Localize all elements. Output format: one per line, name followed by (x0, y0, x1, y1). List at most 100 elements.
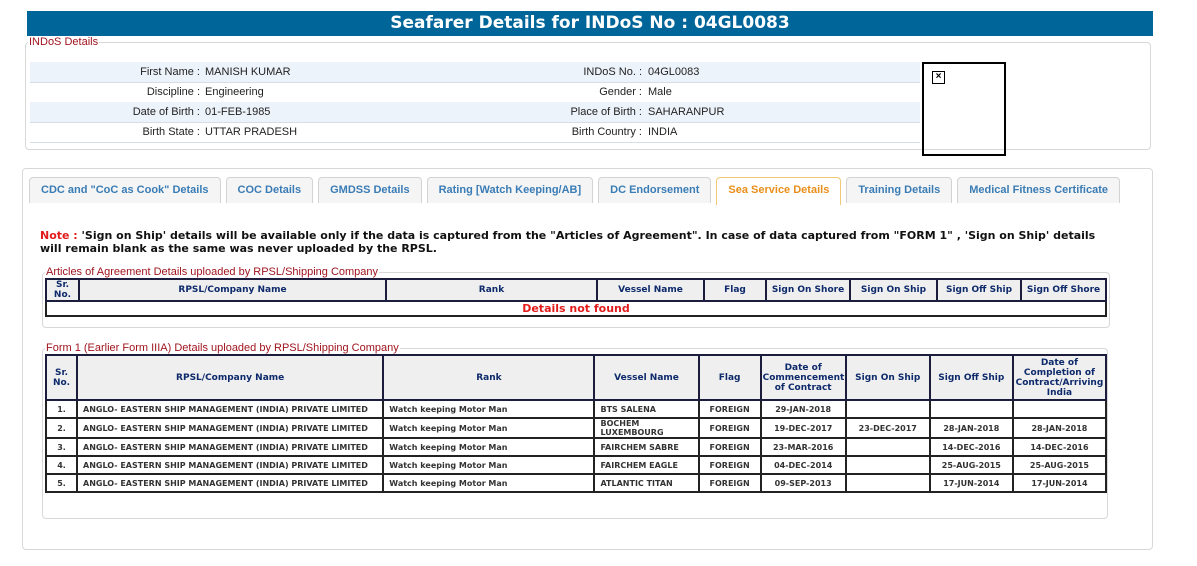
field-value: Male (648, 86, 672, 98)
table-cell: FOREIGN (697, 455, 762, 475)
table-cell: 25-AUG-2015 (928, 455, 1014, 475)
table-cell: FAIRCHEM SABRE (593, 437, 700, 457)
column-header: Flag (697, 354, 762, 401)
table-cell: ANGLO- EASTERN SHIP MANAGEMENT (INDIA) P… (76, 399, 385, 419)
table-cell: Watch keeping Motor Man (382, 399, 596, 419)
indos-details-legend: INDoS Details (29, 36, 99, 48)
table-cell: Watch keeping Motor Man (382, 455, 596, 475)
tab-medical-fitness-certificate[interactable]: Medical Fitness Certificate (957, 177, 1121, 203)
table-cell: 23-MAR-2016 (759, 437, 847, 457)
column-header: Sign On Ship (849, 278, 938, 302)
column-header: Sr. No. (44, 354, 79, 401)
table-row: 2. ANGLO- EASTERN SHIP MANAGEMENT (INDIA)… (44, 417, 1108, 439)
field-label: Date of Birth : (132, 106, 200, 118)
field-label: Birth State : (142, 126, 200, 138)
table-cell: Watch keeping Motor Man (382, 473, 596, 493)
sign-on-ship-note: Note : 'Sign on Ship' details will be av… (40, 229, 1120, 255)
table-row: 5. ANGLO- EASTERN SHIP MANAGEMENT (INDIA)… (44, 473, 1108, 493)
tab-training-details[interactable]: Training Details (846, 177, 953, 203)
table-cell: 1. (44, 399, 79, 419)
indos-details-section: INDoS Details First Name : MANISH KUMAR IN… (25, 36, 1151, 156)
indos-row: Date of Birth : 01-FEB-1985 Place of Birth… (30, 102, 920, 123)
indos-row: First Name : MANISH KUMAR INDoS No. : 04GL0… (30, 62, 920, 83)
broken-image-icon: × (932, 71, 945, 84)
table-cell: FOREIGN (697, 399, 762, 419)
table-cell: ATLANTIC TITAN (593, 473, 700, 493)
field-label: Birth Country : (571, 126, 642, 138)
table-cell (844, 455, 931, 475)
tab-cdc-and-coc-as-cook-details[interactable]: CDC and "CoC as Cook" Details (29, 177, 221, 203)
note-prefix: Note : (40, 229, 78, 242)
tab-gmdss-details[interactable]: GMDSS Details (318, 177, 422, 203)
aoa-legend: Articles of Agreement Details uploaded b… (46, 266, 379, 278)
table-cell (1011, 399, 1108, 419)
tab-dc-endorsement[interactable]: DC Endorsement (598, 177, 712, 203)
table-cell: 23-DEC-2017 (844, 417, 931, 439)
field-value: INDIA (648, 126, 678, 138)
table-cell: 17-JUN-2014 (928, 473, 1014, 493)
column-header: Rank (385, 278, 598, 302)
field-value: Engineering (205, 86, 264, 98)
column-header: Date of Commencement of Contract (759, 354, 847, 401)
table-cell: FOREIGN (697, 473, 762, 493)
indos-row: Discipline : Engineering Gender : Male (30, 82, 920, 103)
table-cell: 14-DEC-2016 (928, 437, 1014, 457)
field-value: MANISH KUMAR (205, 66, 291, 78)
column-header: Sign On Shore (765, 278, 851, 302)
table-cell: FOREIGN (697, 437, 762, 457)
table-cell: ANGLO- EASTERN SHIP MANAGEMENT (INDIA) P… (76, 417, 385, 439)
table-cell: Watch keeping Motor Man (382, 437, 596, 457)
column-header: Rank (382, 354, 596, 401)
table-row: 3. ANGLO- EASTERN SHIP MANAGEMENT (INDIA)… (44, 437, 1108, 457)
field-value: UTTAR PRADESH (205, 126, 298, 138)
tab-bar: CDC and "CoC as Cook" Details COC Details… (29, 177, 1121, 205)
table-cell: 25-AUG-2015 (1011, 455, 1108, 475)
field-value: SAHARANPUR (648, 106, 725, 118)
column-header: Date of Completion of Contract/Arriving … (1011, 354, 1108, 401)
column-header: Sign Off Ship (928, 354, 1014, 401)
table-cell: 5. (44, 473, 79, 493)
seafarer-photo: × (922, 62, 1006, 156)
field-label: Gender : (599, 86, 642, 98)
table-cell: 17-JUN-2014 (1011, 473, 1108, 493)
column-header: Vessel Name (593, 354, 700, 401)
table-cell: ANGLO- EASTERN SHIP MANAGEMENT (INDIA) P… (76, 455, 385, 475)
table-cell: 29-JAN-2018 (759, 399, 847, 419)
articles-of-agreement-section: Articles of Agreement Details uploaded b… (42, 266, 1110, 328)
column-header: RPSL/Company Name (78, 278, 387, 302)
table-cell: 09-SEP-2013 (759, 473, 847, 493)
field-label: First Name : (140, 66, 200, 78)
aoa-table: Sr. No. RPSL/Company Name Rank Vessel Name F… (45, 278, 1107, 317)
table-cell: ANGLO- EASTERN SHIP MANAGEMENT (INDIA) P… (76, 473, 385, 493)
field-value: 04GL0083 (648, 66, 700, 78)
tab-coc-details[interactable]: COC Details (225, 177, 314, 203)
table-cell: 3. (44, 437, 79, 457)
column-header: Sign On Ship (844, 354, 931, 401)
table-cell: 28-JAN-2018 (928, 417, 1014, 439)
column-header: Vessel Name (596, 278, 705, 302)
table-cell: 19-DEC-2017 (759, 417, 847, 439)
column-header: RPSL/Company Name (76, 354, 385, 401)
table-cell: 28-JAN-2018 (1011, 417, 1108, 439)
table-cell: 04-DEC-2014 (759, 455, 847, 475)
form1-table: Sr. No. RPSL/Company Name Rank Vessel Name F… (44, 354, 1108, 493)
tab-rating-watch-keeping-ab[interactable]: Rating [Watch Keeping/AB] (426, 177, 594, 203)
field-value: 01-FEB-1985 (205, 106, 271, 118)
column-header: Sign Off Shore (1020, 278, 1107, 302)
indos-row: Birth State : UTTAR PRADESH Birth Country … (30, 122, 920, 143)
column-header: Flag (703, 278, 767, 302)
tab-sea-service-details[interactable]: Sea Service Details (716, 177, 842, 205)
table-cell: BTS SALENA (593, 399, 700, 419)
table-cell: FOREIGN (697, 417, 762, 439)
table-cell: Watch keeping Motor Man (382, 417, 596, 439)
details-not-found: Details not found (45, 300, 1107, 317)
field-label: Discipline : (146, 86, 200, 98)
table-cell: 14-DEC-2016 (1011, 437, 1108, 457)
column-header: Sign Off Ship (936, 278, 1022, 302)
field-label: INDoS No. : (583, 66, 642, 78)
table-cell (844, 399, 931, 419)
table-cell: 4. (44, 455, 79, 475)
note-text: 'Sign on Ship' details will be available… (40, 229, 1096, 255)
field-label: Place of Birth : (570, 106, 642, 118)
form1-section: Form 1 (Earlier Form IIIA) Details uploa… (42, 342, 1108, 519)
